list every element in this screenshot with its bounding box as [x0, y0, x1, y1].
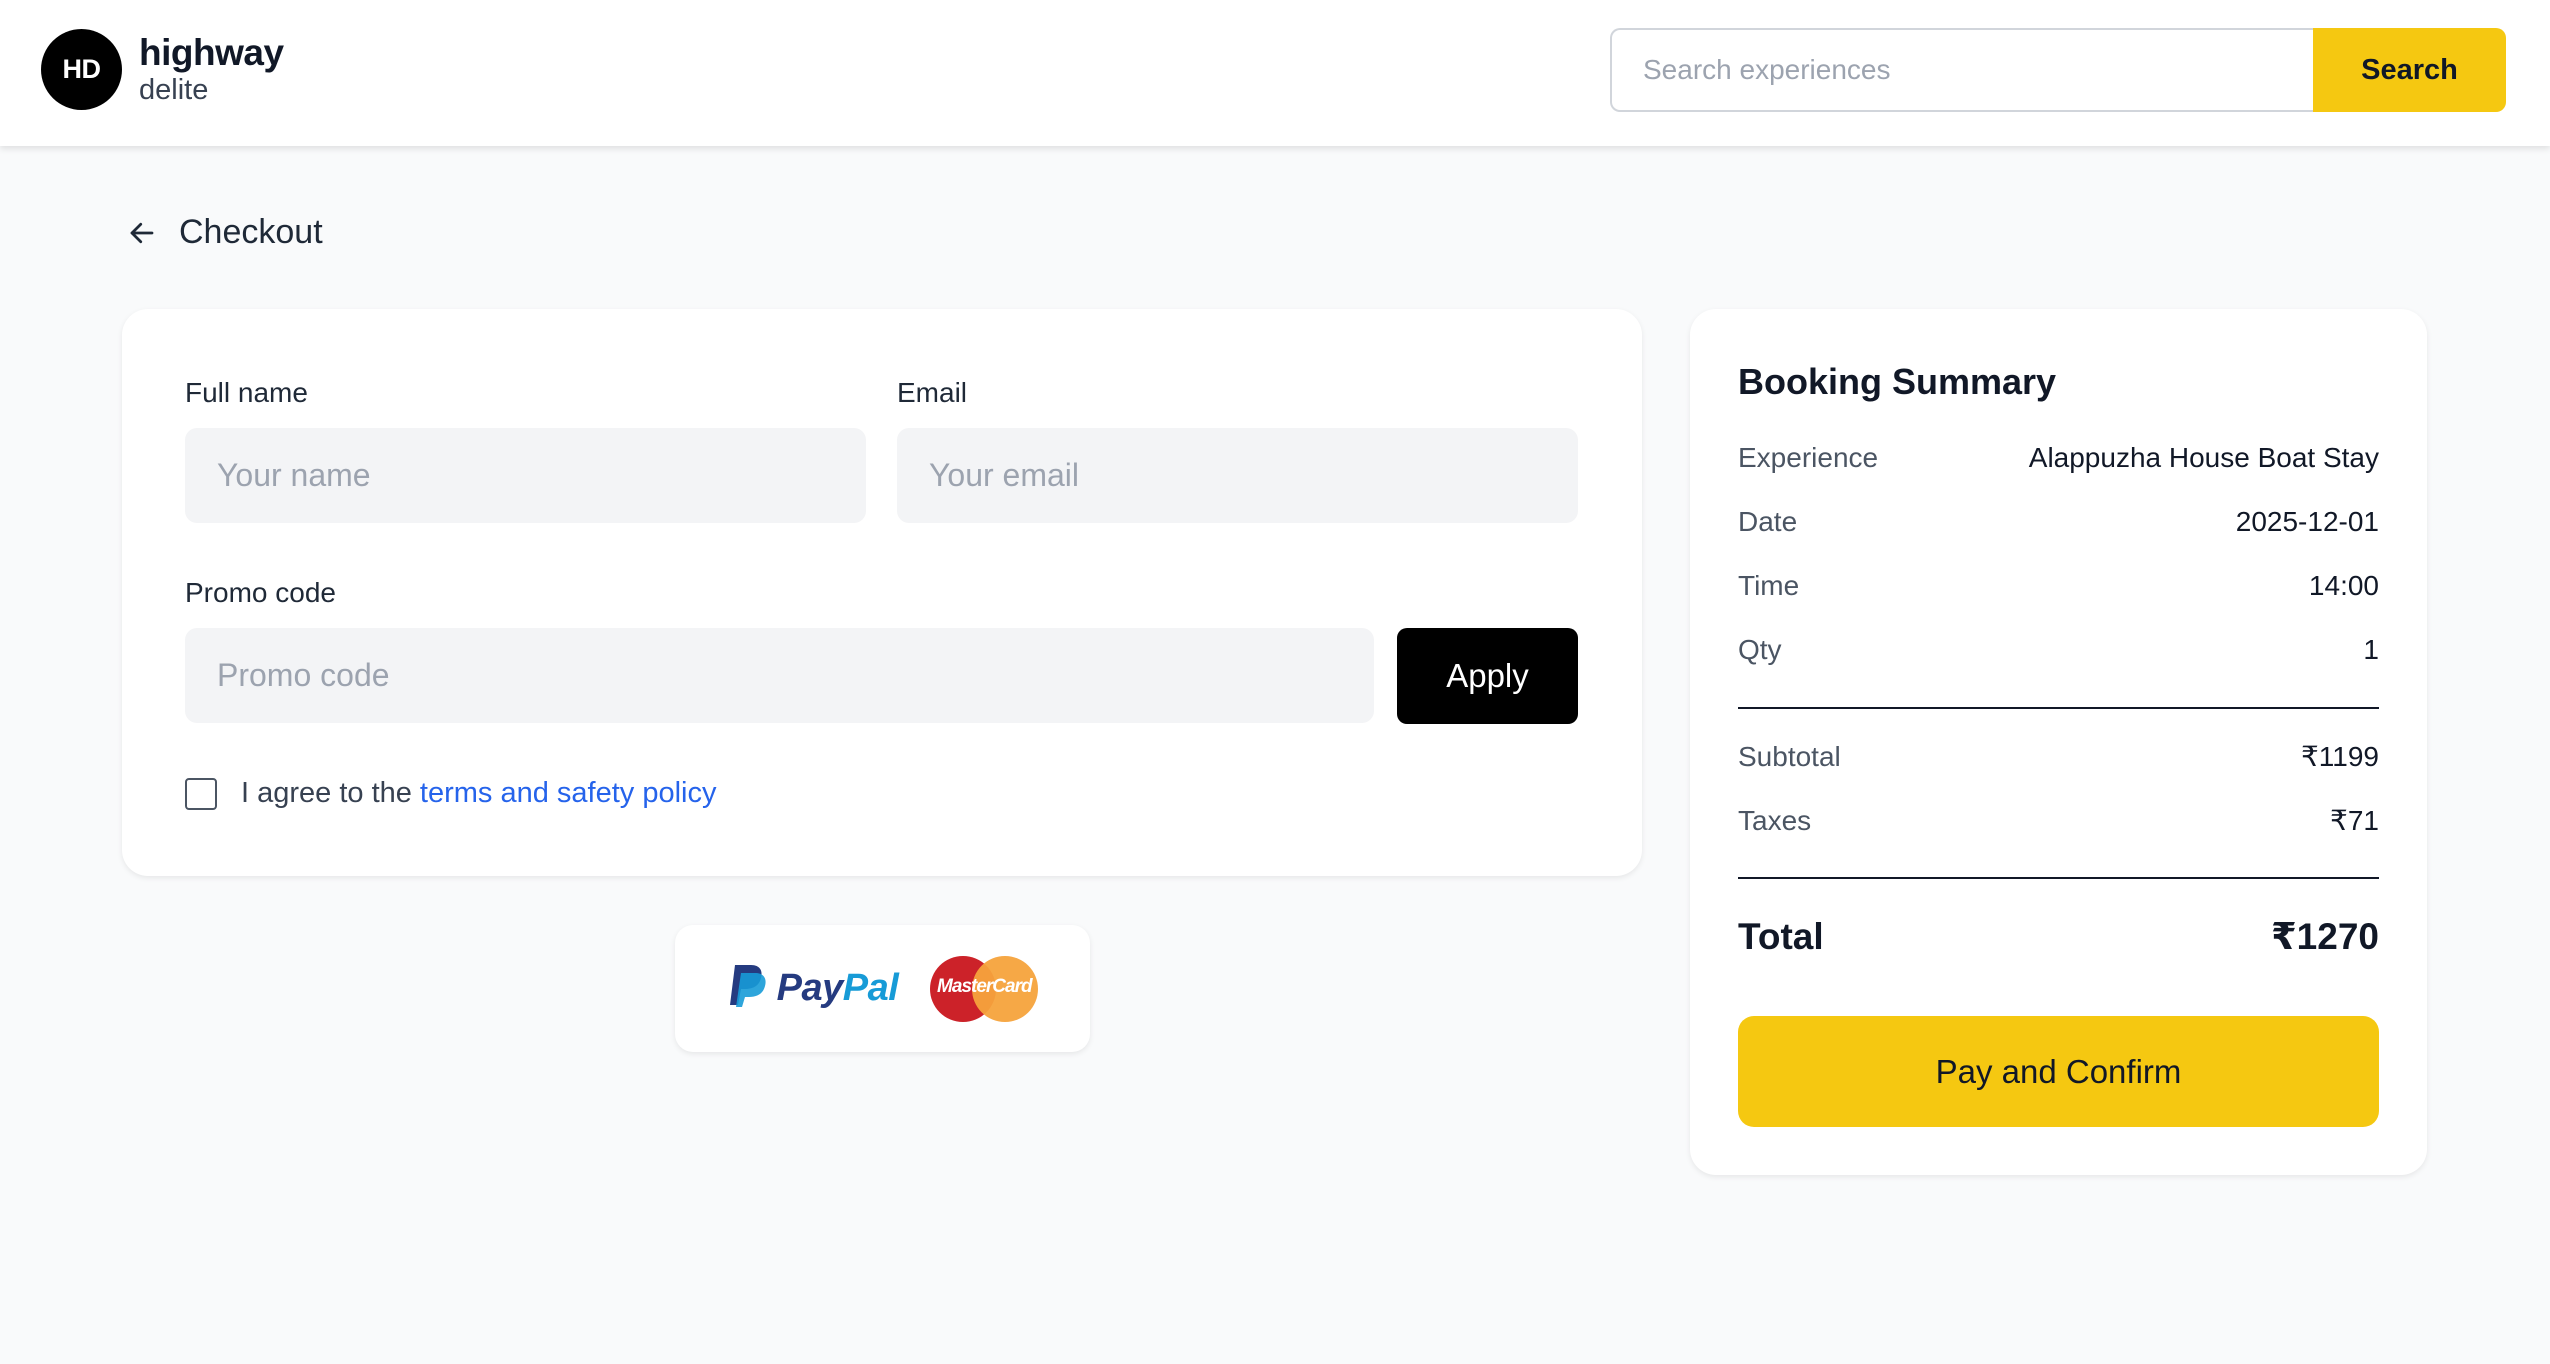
taxes-label: Taxes — [1738, 804, 1812, 836]
arrow-left-icon[interactable] — [124, 215, 160, 251]
payment-methods: PayPal MasterCard — [675, 925, 1090, 1052]
paypal-logo: PayPal — [727, 963, 899, 1014]
pay-and-confirm-button[interactable]: Pay and Confirm — [1738, 1016, 2379, 1127]
paypal-wordmark: PayPal — [776, 967, 899, 1009]
logo-text: highway delite — [139, 31, 284, 107]
summary-row-subtotal: Subtotal ₹1199 — [1738, 740, 2379, 773]
page-title: Checkout — [179, 213, 323, 251]
brand-subtitle: delite — [139, 73, 209, 106]
subtotal-value: ₹1199 — [2300, 741, 2379, 772]
search-input[interactable] — [1610, 28, 2313, 112]
summary-value: Alappuzha House Boat Stay — [2028, 442, 2379, 473]
breadcrumb: Checkout — [124, 213, 323, 252]
terms-text: I agree to the — [241, 777, 412, 809]
top-header: HD highway delite Search — [0, 0, 2550, 146]
search-bar: Search — [1610, 28, 2506, 112]
terms-checkbox[interactable] — [185, 777, 217, 810]
summary-row-experience: Experience Alappuzha House Boat Stay — [1738, 442, 2379, 474]
summary-label: Date — [1738, 506, 1798, 537]
checkout-form-card: Full name Email Promo code Apply I agree… — [122, 309, 1642, 876]
search-button[interactable]: Search — [2313, 28, 2506, 112]
promo-code-label: Promo code — [185, 577, 336, 608]
full-name-field[interactable] — [185, 428, 866, 523]
full-name-label: Full name — [185, 377, 308, 408]
summary-title: Booking Summary — [1738, 361, 2057, 402]
subtotal-label: Subtotal — [1738, 740, 1841, 772]
mastercard-logo: MasterCard — [930, 955, 1039, 1022]
summary-label: Qty — [1738, 634, 1782, 665]
summary-value: 14:00 — [2308, 570, 2379, 601]
paypal-icon — [727, 963, 767, 1014]
summary-row-taxes: Taxes ₹71 — [1738, 804, 2379, 837]
email-label: Email — [897, 377, 968, 408]
summary-label: Time — [1738, 570, 1800, 601]
logo-badge: HD — [41, 29, 122, 110]
terms-link[interactable]: terms and safety policy — [420, 777, 717, 810]
total-value: ₹1270 — [2270, 916, 2379, 957]
booking-summary-card: Booking Summary Experience Alappuzha Hou… — [1690, 309, 2427, 1175]
summary-total: Total ₹1270 — [1738, 915, 2379, 958]
summary-value: 2025-12-01 — [2235, 506, 2379, 537]
apply-button[interactable]: Apply — [1397, 628, 1578, 724]
summary-divider — [1738, 877, 2379, 879]
summary-row-time: Time 14:00 — [1738, 570, 2379, 602]
brand-logo[interactable]: HD highway delite — [41, 29, 284, 110]
total-label: Total — [1738, 915, 1824, 957]
summary-divider — [1738, 707, 2379, 709]
promo-code-field[interactable] — [185, 628, 1374, 723]
terms-agreement: I agree to the terms and safety policy — [185, 777, 716, 810]
summary-value: 1 — [2363, 634, 2379, 665]
summary-row-date: Date 2025-12-01 — [1738, 506, 2379, 538]
taxes-value: ₹71 — [2330, 805, 2379, 836]
summary-label: Experience — [1738, 442, 1879, 473]
mastercard-wordmark: MasterCard — [937, 975, 1033, 997]
email-field[interactable] — [897, 428, 1578, 523]
summary-row-qty: Qty 1 — [1738, 634, 2379, 666]
brand-title: highway — [139, 31, 284, 73]
